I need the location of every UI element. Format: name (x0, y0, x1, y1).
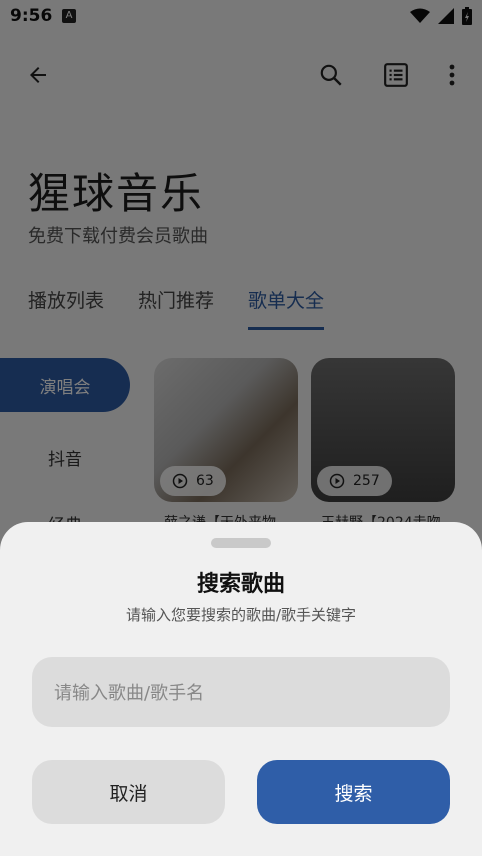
song-search-input[interactable]: 请输入歌曲/歌手名 (32, 657, 450, 727)
dialog-title: 搜索歌曲 (196, 572, 285, 597)
drag-handle[interactable] (211, 538, 271, 548)
search-bottom-sheet: 搜索歌曲 请输入您要搜索的歌曲/歌手关键字 请输入歌曲/歌手名 取消 搜索 (0, 522, 482, 856)
cancel-button[interactable]: 取消 (32, 760, 225, 824)
search-button[interactable]: 搜索 (257, 760, 450, 824)
dialog-description: 请输入您要搜索的歌曲/歌手关键字 (125, 606, 357, 624)
